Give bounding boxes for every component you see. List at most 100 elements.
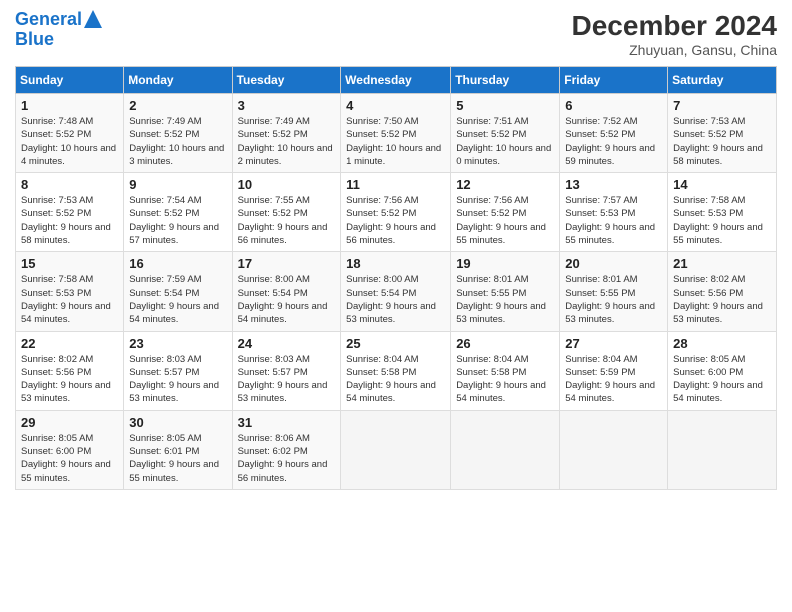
day-info: Sunrise: 8:05 AM Sunset: 6:00 PM Dayligh… — [673, 353, 771, 406]
day-info: Sunrise: 7:59 AM Sunset: 5:54 PM Dayligh… — [129, 273, 226, 326]
day-number: 11 — [346, 177, 445, 192]
day-info: Sunrise: 7:50 AM Sunset: 5:52 PM Dayligh… — [346, 115, 445, 168]
day-info: Sunrise: 8:01 AM Sunset: 5:55 PM Dayligh… — [565, 273, 662, 326]
table-row: 4 Sunrise: 7:50 AM Sunset: 5:52 PM Dayli… — [341, 94, 451, 173]
calendar-container: General Blue December 2024 Zhuyuan, Gans… — [0, 0, 792, 500]
day-info: Sunrise: 8:05 AM Sunset: 6:00 PM Dayligh… — [21, 432, 118, 485]
day-info: Sunrise: 7:53 AM Sunset: 5:52 PM Dayligh… — [673, 115, 771, 168]
table-row: 6 Sunrise: 7:52 AM Sunset: 5:52 PM Dayli… — [560, 94, 668, 173]
day-info: Sunrise: 7:57 AM Sunset: 5:53 PM Dayligh… — [565, 194, 662, 247]
table-row: 30 Sunrise: 8:05 AM Sunset: 6:01 PM Dayl… — [124, 410, 232, 489]
calendar-table: Sunday Monday Tuesday Wednesday Thursday… — [15, 66, 777, 490]
day-info: Sunrise: 7:54 AM Sunset: 5:52 PM Dayligh… — [129, 194, 226, 247]
day-info: Sunrise: 7:58 AM Sunset: 5:53 PM Dayligh… — [21, 273, 118, 326]
table-row — [341, 410, 451, 489]
header-wednesday: Wednesday — [341, 67, 451, 94]
day-number: 6 — [565, 98, 662, 113]
day-number: 23 — [129, 336, 226, 351]
table-row: 20 Sunrise: 8:01 AM Sunset: 5:55 PM Dayl… — [560, 252, 668, 331]
day-info: Sunrise: 8:03 AM Sunset: 5:57 PM Dayligh… — [238, 353, 336, 406]
day-number: 22 — [21, 336, 118, 351]
day-number: 7 — [673, 98, 771, 113]
logo-text: General — [15, 10, 82, 30]
day-number: 10 — [238, 177, 336, 192]
table-row: 10 Sunrise: 7:55 AM Sunset: 5:52 PM Dayl… — [232, 173, 341, 252]
table-row: 21 Sunrise: 8:02 AM Sunset: 5:56 PM Dayl… — [668, 252, 777, 331]
table-row: 19 Sunrise: 8:01 AM Sunset: 5:55 PM Dayl… — [451, 252, 560, 331]
header-friday: Friday — [560, 67, 668, 94]
table-row: 24 Sunrise: 8:03 AM Sunset: 5:57 PM Dayl… — [232, 331, 341, 410]
table-row: 12 Sunrise: 7:56 AM Sunset: 5:52 PM Dayl… — [451, 173, 560, 252]
table-row: 16 Sunrise: 7:59 AM Sunset: 5:54 PM Dayl… — [124, 252, 232, 331]
day-info: Sunrise: 8:06 AM Sunset: 6:02 PM Dayligh… — [238, 432, 336, 485]
day-info: Sunrise: 7:56 AM Sunset: 5:52 PM Dayligh… — [456, 194, 554, 247]
logo-icon — [84, 10, 102, 28]
calendar-week-row: 15 Sunrise: 7:58 AM Sunset: 5:53 PM Dayl… — [16, 252, 777, 331]
day-number: 15 — [21, 256, 118, 271]
day-number: 17 — [238, 256, 336, 271]
day-number: 4 — [346, 98, 445, 113]
day-number: 3 — [238, 98, 336, 113]
calendar-week-row: 8 Sunrise: 7:53 AM Sunset: 5:52 PM Dayli… — [16, 173, 777, 252]
day-number: 18 — [346, 256, 445, 271]
table-row: 8 Sunrise: 7:53 AM Sunset: 5:52 PM Dayli… — [16, 173, 124, 252]
table-row: 14 Sunrise: 7:58 AM Sunset: 5:53 PM Dayl… — [668, 173, 777, 252]
table-row: 18 Sunrise: 8:00 AM Sunset: 5:54 PM Dayl… — [341, 252, 451, 331]
day-number: 14 — [673, 177, 771, 192]
day-info: Sunrise: 7:49 AM Sunset: 5:52 PM Dayligh… — [238, 115, 336, 168]
day-info: Sunrise: 8:05 AM Sunset: 6:01 PM Dayligh… — [129, 432, 226, 485]
day-info: Sunrise: 8:00 AM Sunset: 5:54 PM Dayligh… — [346, 273, 445, 326]
table-row: 11 Sunrise: 7:56 AM Sunset: 5:52 PM Dayl… — [341, 173, 451, 252]
table-row: 28 Sunrise: 8:05 AM Sunset: 6:00 PM Dayl… — [668, 331, 777, 410]
calendar-week-row: 1 Sunrise: 7:48 AM Sunset: 5:52 PM Dayli… — [16, 94, 777, 173]
day-number: 1 — [21, 98, 118, 113]
day-info: Sunrise: 8:04 AM Sunset: 5:59 PM Dayligh… — [565, 353, 662, 406]
day-info: Sunrise: 7:48 AM Sunset: 5:52 PM Dayligh… — [21, 115, 118, 168]
month-title: December 2024 — [572, 10, 777, 42]
title-area: December 2024 Zhuyuan, Gansu, China — [572, 10, 777, 58]
table-row — [668, 410, 777, 489]
day-number: 8 — [21, 177, 118, 192]
table-row: 2 Sunrise: 7:49 AM Sunset: 5:52 PM Dayli… — [124, 94, 232, 173]
table-row: 26 Sunrise: 8:04 AM Sunset: 5:58 PM Dayl… — [451, 331, 560, 410]
day-info: Sunrise: 8:02 AM Sunset: 5:56 PM Dayligh… — [673, 273, 771, 326]
day-info: Sunrise: 8:03 AM Sunset: 5:57 PM Dayligh… — [129, 353, 226, 406]
day-number: 13 — [565, 177, 662, 192]
table-row — [451, 410, 560, 489]
day-info: Sunrise: 8:01 AM Sunset: 5:55 PM Dayligh… — [456, 273, 554, 326]
table-row: 13 Sunrise: 7:57 AM Sunset: 5:53 PM Dayl… — [560, 173, 668, 252]
day-info: Sunrise: 7:53 AM Sunset: 5:52 PM Dayligh… — [21, 194, 118, 247]
table-row: 17 Sunrise: 8:00 AM Sunset: 5:54 PM Dayl… — [232, 252, 341, 331]
day-info: Sunrise: 7:49 AM Sunset: 5:52 PM Dayligh… — [129, 115, 226, 168]
day-number: 12 — [456, 177, 554, 192]
header-saturday: Saturday — [668, 67, 777, 94]
day-number: 31 — [238, 415, 336, 430]
day-number: 20 — [565, 256, 662, 271]
header-sunday: Sunday — [16, 67, 124, 94]
table-row: 15 Sunrise: 7:58 AM Sunset: 5:53 PM Dayl… — [16, 252, 124, 331]
calendar-week-row: 29 Sunrise: 8:05 AM Sunset: 6:00 PM Dayl… — [16, 410, 777, 489]
table-row: 3 Sunrise: 7:49 AM Sunset: 5:52 PM Dayli… — [232, 94, 341, 173]
day-number: 27 — [565, 336, 662, 351]
header: General Blue December 2024 Zhuyuan, Gans… — [15, 10, 777, 58]
day-number: 5 — [456, 98, 554, 113]
table-row: 7 Sunrise: 7:53 AM Sunset: 5:52 PM Dayli… — [668, 94, 777, 173]
header-monday: Monday — [124, 67, 232, 94]
day-info: Sunrise: 8:02 AM Sunset: 5:56 PM Dayligh… — [21, 353, 118, 406]
table-row: 1 Sunrise: 7:48 AM Sunset: 5:52 PM Dayli… — [16, 94, 124, 173]
day-info: Sunrise: 8:00 AM Sunset: 5:54 PM Dayligh… — [238, 273, 336, 326]
day-number: 28 — [673, 336, 771, 351]
day-number: 29 — [21, 415, 118, 430]
day-number: 2 — [129, 98, 226, 113]
table-row: 29 Sunrise: 8:05 AM Sunset: 6:00 PM Dayl… — [16, 410, 124, 489]
day-info: Sunrise: 7:51 AM Sunset: 5:52 PM Dayligh… — [456, 115, 554, 168]
header-thursday: Thursday — [451, 67, 560, 94]
table-row: 25 Sunrise: 8:04 AM Sunset: 5:58 PM Dayl… — [341, 331, 451, 410]
day-info: Sunrise: 7:52 AM Sunset: 5:52 PM Dayligh… — [565, 115, 662, 168]
day-info: Sunrise: 7:56 AM Sunset: 5:52 PM Dayligh… — [346, 194, 445, 247]
day-number: 21 — [673, 256, 771, 271]
table-row: 5 Sunrise: 7:51 AM Sunset: 5:52 PM Dayli… — [451, 94, 560, 173]
table-row: 9 Sunrise: 7:54 AM Sunset: 5:52 PM Dayli… — [124, 173, 232, 252]
day-info: Sunrise: 8:04 AM Sunset: 5:58 PM Dayligh… — [346, 353, 445, 406]
calendar-week-row: 22 Sunrise: 8:02 AM Sunset: 5:56 PM Dayl… — [16, 331, 777, 410]
